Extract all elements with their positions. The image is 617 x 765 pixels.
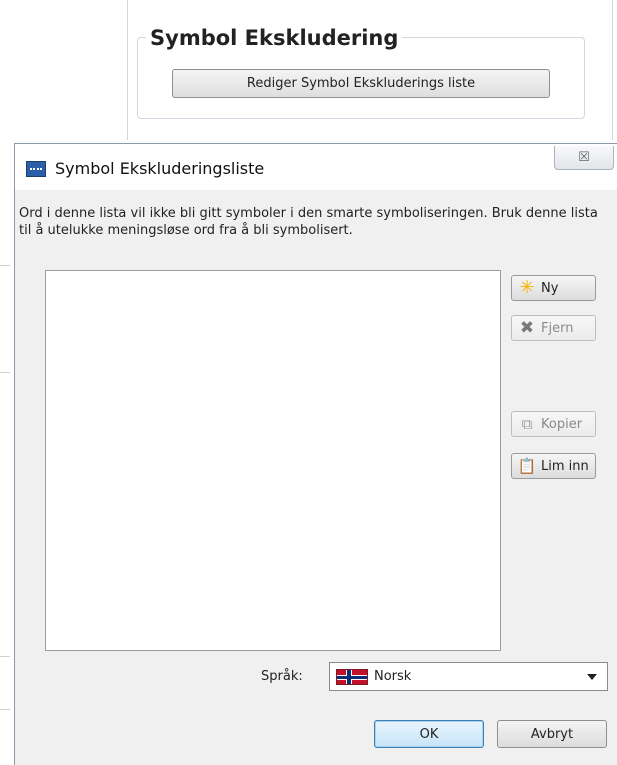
paste-button[interactable]: 📋 Lim inn — [511, 453, 596, 479]
background-edge-line — [0, 372, 10, 373]
background-edge-line — [0, 656, 10, 657]
star-icon: ✳ — [519, 277, 535, 298]
background-edge-line — [0, 709, 10, 710]
cancel-button[interactable]: Avbryt — [497, 720, 607, 748]
ok-button[interactable]: OK — [374, 720, 484, 748]
copy-button-label: Kopier — [541, 416, 583, 432]
dialog-titlebar: Symbol Ekskluderingsliste ☒ — [15, 144, 617, 190]
new-button-label: Ny — [541, 280, 559, 296]
remove-button[interactable]: ✖ Fjern — [511, 315, 596, 341]
remove-button-label: Fjern — [541, 320, 574, 336]
copy-icon: ⧉ — [521, 414, 533, 433]
chevron-down-icon — [587, 674, 597, 680]
paste-icon: 📋 — [517, 456, 537, 475]
edit-exclusion-list-button[interactable]: Rediger Symbol Ekskluderings liste — [172, 69, 550, 98]
groupbox-title: Symbol Ekskludering — [146, 26, 403, 50]
dialog-description: Ord i denne lista vil ikke bli gitt symb… — [19, 206, 598, 238]
language-select[interactable]: Norsk — [329, 662, 608, 691]
paste-button-label: Lim inn — [541, 458, 589, 474]
close-icon: ☒ — [578, 150, 590, 165]
language-label: Språk: — [261, 669, 303, 684]
close-button[interactable]: ☒ — [554, 146, 614, 170]
norway-flag-icon — [336, 668, 368, 685]
background-edge-line — [0, 265, 10, 266]
app-icon — [26, 161, 46, 177]
new-button[interactable]: ✳ Ny — [511, 275, 596, 301]
excluded-words-list[interactable] — [45, 270, 501, 651]
exclusion-list-dialog: Symbol Ekskluderingsliste ☒ Ord i denne … — [14, 143, 617, 765]
copy-button[interactable]: ⧉ Kopier — [511, 411, 596, 437]
x-icon: ✖ — [519, 317, 535, 338]
dialog-title: Symbol Ekskluderingsliste — [55, 159, 265, 178]
language-selected-value: Norsk — [374, 669, 412, 684]
